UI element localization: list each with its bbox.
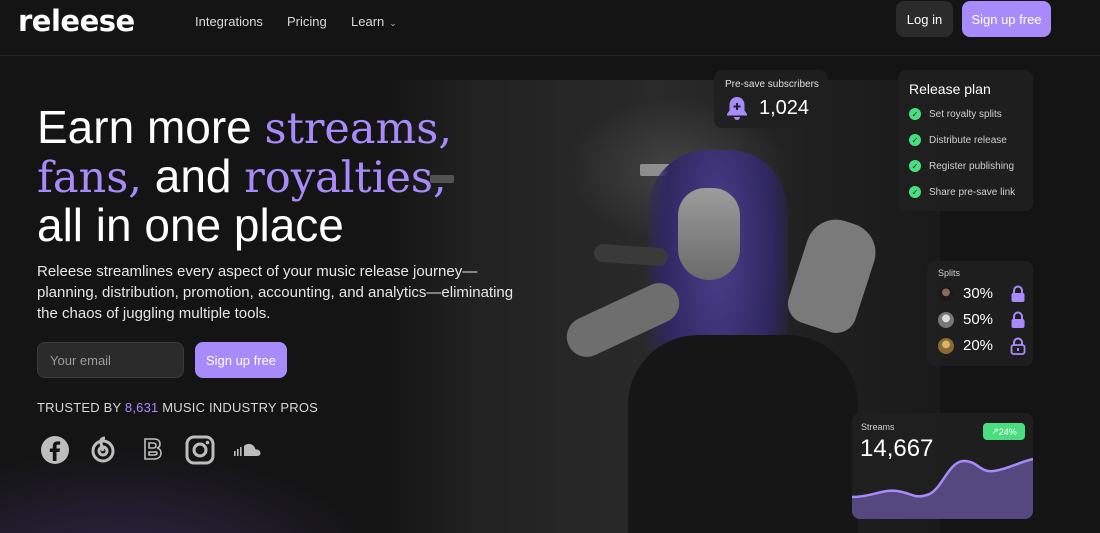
- signup-button-nav[interactable]: Sign up free: [962, 1, 1051, 37]
- hero-subtitle: Releese streamlines every aspect of your…: [37, 263, 514, 322]
- check-icon: ✓: [909, 134, 921, 146]
- facebook-icon: [41, 436, 69, 464]
- trend-up-icon: ↗: [991, 426, 999, 436]
- email-input[interactable]: [37, 342, 184, 378]
- unlock-icon: [1010, 337, 1026, 355]
- streams-change: 24%: [998, 426, 1017, 437]
- headline-text: Earn more: [37, 101, 265, 153]
- nav-link-pricing[interactable]: Pricing: [287, 14, 327, 29]
- plan-item-label: Share pre-save link: [929, 186, 1016, 198]
- trusted-count: 8,631: [124, 400, 159, 415]
- headline-accent: streams,: [264, 104, 453, 154]
- split-percent: 20%: [963, 337, 994, 354]
- microphone: [593, 243, 669, 267]
- nav-link-learn-label: Learn: [351, 14, 385, 29]
- check-icon: ✓: [909, 108, 921, 120]
- login-button[interactable]: Log in: [896, 1, 953, 37]
- check-icon: ✓: [909, 160, 921, 172]
- bandcamp-icon: [144, 438, 162, 460]
- trusted-by-text: TRUSTED BY 8,631 MUSIC INDUSTRY PROS: [37, 400, 318, 415]
- lock-icon: [1011, 285, 1025, 302]
- chevron-down-icon: ⌄: [389, 18, 397, 28]
- headline-text: and: [141, 150, 245, 202]
- streams-label: Streams: [861, 422, 895, 432]
- plan-item: ✓ Distribute release: [909, 134, 1007, 146]
- presave-label: Pre-save subscribers: [725, 79, 819, 90]
- release-plan-title: Release plan: [909, 81, 991, 97]
- plan-item-label: Register publishing: [929, 160, 1015, 172]
- instagram-icon: [185, 435, 215, 465]
- plan-item: ✓ Register publishing: [909, 160, 1014, 172]
- avatar: [938, 312, 954, 328]
- plan-item: ✓ Set royalty splits: [909, 108, 1002, 120]
- split-percent: 30%: [963, 285, 994, 302]
- split-percent: 50%: [963, 311, 994, 328]
- headline-text: all in one place: [37, 199, 344, 251]
- split-row: 20%: [938, 336, 1026, 356]
- headline-accent: fans,: [37, 153, 142, 203]
- plan-item: ✓ Share pre-save link: [909, 186, 1015, 198]
- signup-button-hero[interactable]: Sign up free: [195, 342, 287, 378]
- trusted-prefix: TRUSTED BY: [37, 400, 125, 415]
- singer-face: [678, 188, 740, 280]
- presave-card: Pre-save subscribers 1,024: [714, 70, 828, 128]
- nav-link-integrations[interactable]: Integrations: [195, 14, 263, 29]
- splits-title: Splits: [938, 268, 961, 278]
- avatar: [938, 338, 954, 354]
- trusted-suffix: MUSIC INDUSTRY PROS: [158, 400, 319, 415]
- splits-card: Splits 30% 50% 20%: [927, 261, 1033, 366]
- headline-accent: royalties,: [244, 153, 447, 203]
- avatar: [938, 286, 954, 302]
- split-row: 50%: [938, 310, 1025, 330]
- streams-sparkline: [852, 457, 1033, 519]
- hero-headline: Earn more streams, fans, and royalties, …: [37, 104, 557, 249]
- release-plan-card: Release plan ✓ Set royalty splits ✓ Distri…: [898, 70, 1033, 211]
- soundcloud-icon: [234, 443, 261, 456]
- singer-body: [628, 335, 858, 533]
- singer-hand: [782, 211, 884, 339]
- plan-item-label: Distribute release: [929, 134, 1007, 146]
- top-nav: releese Integrations Pricing Learn ⌄ Log …: [0, 0, 1100, 56]
- streams-change-badge: ↗ 24%: [983, 423, 1025, 440]
- lock-icon: [1011, 311, 1025, 328]
- streams-card: Streams 14,667 ↗ 24%: [852, 413, 1033, 519]
- split-row: 30%: [938, 284, 1025, 304]
- bell-icon: [727, 97, 747, 120]
- check-icon: ✓: [909, 186, 921, 198]
- nav-link-learn[interactable]: Learn ⌄: [351, 14, 397, 29]
- logo[interactable]: releese: [18, 4, 135, 38]
- plan-item-label: Set royalty splits: [929, 108, 1002, 120]
- netease-icon: [91, 436, 115, 463]
- presave-count: 1,024: [759, 97, 810, 119]
